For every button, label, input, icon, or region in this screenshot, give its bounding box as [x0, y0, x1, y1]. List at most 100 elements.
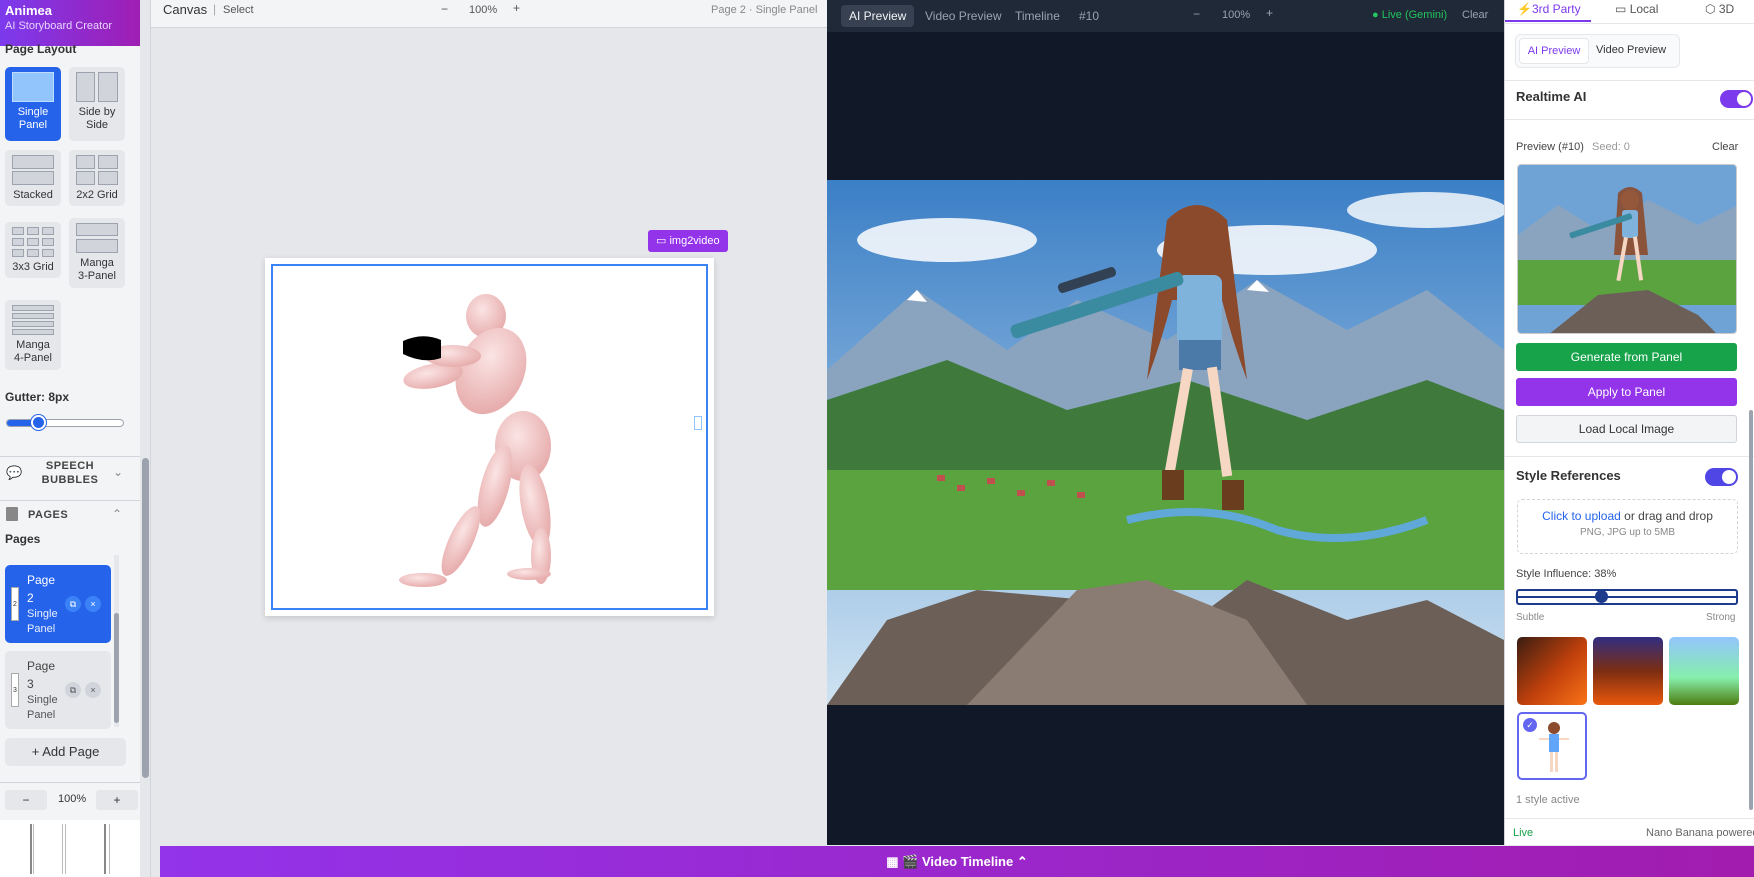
subtab-ai-preview[interactable]: AI Preview — [1519, 38, 1589, 64]
layout-single-panel[interactable]: Single Panel — [5, 67, 61, 141]
left-sidebar: Animea AI Storyboard Creator Page Layout… — [0, 0, 151, 877]
clear-button[interactable]: Clear — [1462, 9, 1488, 21]
layout-label: Stacked — [13, 189, 53, 201]
subtle-label: Subtle — [1516, 612, 1545, 623]
tab-timeline[interactable]: Timeline — [1007, 5, 1068, 27]
tab-3d[interactable]: ⬡ 3D — [1705, 2, 1734, 16]
right-panel-scrollbar[interactable] — [1749, 110, 1753, 810]
layout-3x3-icon — [12, 227, 54, 257]
video-timeline-bar[interactable]: ▦ 🎬 Video Timeline ⌃ — [160, 846, 1754, 877]
tab-3rd-party[interactable]: ⚡3rd Party — [1517, 2, 1581, 16]
gutter-slider-handle[interactable] — [31, 415, 46, 430]
sidebar-zoom-bar: − 100% + — [0, 782, 140, 818]
video-camera-icon: ▭ — [656, 235, 667, 247]
lightning-icon: ⚡ — [1517, 2, 1532, 16]
preview-zoom-level: 100% — [1222, 9, 1251, 21]
style-ref-character-selected[interactable]: ✓ — [1517, 712, 1587, 780]
chevron-down-icon: ⌄ — [113, 465, 124, 479]
layout-stacked[interactable]: Stacked — [5, 150, 61, 206]
tab-video-preview[interactable]: Video Preview — [917, 5, 1010, 27]
preview-toolbar: AI Preview Video Preview Timeline #10 − … — [827, 0, 1504, 32]
layout-label: 3-Panel — [78, 270, 116, 282]
source-tabs: ⚡3rd Party ▭ Local ⬡ 3D — [1505, 0, 1754, 24]
style-active-count: 1 style active — [1516, 794, 1580, 806]
style-influence-handle[interactable] — [1595, 590, 1608, 603]
storyboard-panel[interactable] — [271, 264, 708, 610]
zoom-out-button[interactable]: − — [1193, 7, 1200, 21]
subtab-video-preview[interactable]: Video Preview — [1596, 44, 1666, 56]
style-influence-label: Style Influence: 38% — [1516, 568, 1617, 580]
page-layout-title: Page Layout — [5, 42, 77, 56]
speech-bubbles-section[interactable]: 💬 SPEECH BUBBLES ⌄ — [0, 456, 140, 496]
load-local-image-button[interactable]: Load Local Image — [1516, 415, 1737, 443]
layout-label: 4-Panel — [14, 352, 52, 364]
layout-2x2-grid[interactable]: 2x2 Grid — [69, 150, 125, 206]
zoom-in-button[interactable]: + — [1266, 6, 1273, 20]
layout-stacked-icon — [12, 155, 54, 185]
cube-icon: ⬡ — [1705, 2, 1716, 16]
layout-manga-3-icon — [76, 223, 118, 253]
page-card-3[interactable]: 3 Page 3 Single Panel ⧉ × — [5, 651, 111, 729]
speech-bubbles-label: SPEECH BUBBLES — [41, 460, 99, 486]
select-tool[interactable]: Select — [223, 4, 254, 16]
app-subtitle: AI Storyboard Creator — [5, 20, 112, 32]
slider-track — [1518, 596, 1736, 598]
monitor-icon: ▭ — [1615, 2, 1627, 16]
realtime-ai-row: Realtime AI — [1505, 80, 1754, 120]
preview-thumbnail[interactable] — [1517, 164, 1737, 334]
layout-manga-4-panel[interactable]: Manga 4-Panel — [5, 300, 61, 370]
tab-local[interactable]: ▭ Local — [1615, 2, 1658, 16]
canvas-title: Canvas — [163, 2, 208, 17]
upload-hint: PNG, JPG up to 5MB — [1579, 527, 1676, 538]
close-icon[interactable]: × — [85, 682, 101, 698]
zoom-in-button[interactable]: + — [513, 1, 520, 15]
document-icon — [6, 507, 18, 521]
style-references-title: Style References — [1516, 468, 1621, 483]
layout-label: 3x3 Grid — [12, 261, 54, 273]
layout-grid-icon — [76, 155, 118, 185]
chevron-up-icon: ⌃ — [1016, 854, 1028, 869]
app-title: Animea — [5, 3, 52, 18]
click-to-upload-link[interactable]: Click to upload — [1542, 509, 1621, 523]
layout-label: Manga — [80, 257, 114, 269]
chevron-up-icon: ⌃ — [112, 507, 123, 521]
zoom-in-button[interactable]: + — [96, 790, 138, 810]
upload-dropzone[interactable]: Click to upload or drag and drop PNG, JP… — [1517, 499, 1738, 554]
layout-side-by-side[interactable]: Side by Side — [69, 67, 125, 141]
preview-subtabs: AI Preview Video Preview — [1515, 34, 1680, 68]
panel-resize-handle[interactable] — [694, 416, 702, 430]
ai-preview-image — [827, 180, 1504, 705]
style-ref-fire[interactable] — [1517, 637, 1587, 705]
zoom-out-button[interactable]: − — [441, 2, 448, 16]
realtime-ai-title: Realtime AI — [1516, 89, 1587, 104]
pages-section-header[interactable]: PAGES ⌃ — [0, 500, 140, 528]
zoom-out-button[interactable]: − — [5, 790, 47, 810]
duplicate-icon[interactable]: ⧉ — [65, 682, 81, 698]
page-name: Page 3 Single Panel — [27, 659, 58, 721]
style-influence-slider[interactable] — [1516, 589, 1738, 605]
gutter-slider[interactable] — [6, 415, 124, 430]
preview-clear-button[interactable]: Clear — [1712, 141, 1738, 153]
check-icon: ✓ — [1523, 718, 1537, 732]
duplicate-icon[interactable]: ⧉ — [65, 596, 81, 612]
layout-3x3-grid[interactable]: 3x3 Grid — [5, 222, 61, 278]
style-references-toggle[interactable] — [1705, 468, 1738, 486]
close-icon[interactable]: × — [85, 596, 101, 612]
realtime-ai-toggle[interactable] — [1720, 90, 1753, 108]
sidebar-scrollbar[interactable] — [140, 0, 150, 877]
toolbar-divider: | — [213, 2, 217, 16]
seed-label: Seed: 0 — [1592, 141, 1630, 153]
generate-from-panel-button[interactable]: Generate from Panel — [1516, 343, 1737, 371]
layout-manga-3-panel[interactable]: Manga 3-Panel — [69, 218, 125, 288]
add-page-button[interactable]: + Add Page — [5, 738, 126, 766]
pages-scrollbar[interactable] — [114, 555, 119, 727]
style-ref-landscape[interactable] — [1669, 637, 1739, 705]
img2video-button[interactable]: ▭ img2video — [648, 230, 728, 252]
zoom-level: 100% — [58, 793, 87, 805]
apply-to-panel-button[interactable]: Apply to Panel — [1516, 378, 1737, 406]
page-name: Page 2 Single Panel — [27, 573, 58, 635]
style-ref-dragon[interactable] — [1593, 637, 1663, 705]
tab-ai-preview[interactable]: AI Preview — [841, 5, 915, 27]
pose-mannequin-figure[interactable] — [273, 266, 710, 612]
page-card-2[interactable]: 2 Page 2 Single Panel ⧉ × — [5, 565, 111, 643]
